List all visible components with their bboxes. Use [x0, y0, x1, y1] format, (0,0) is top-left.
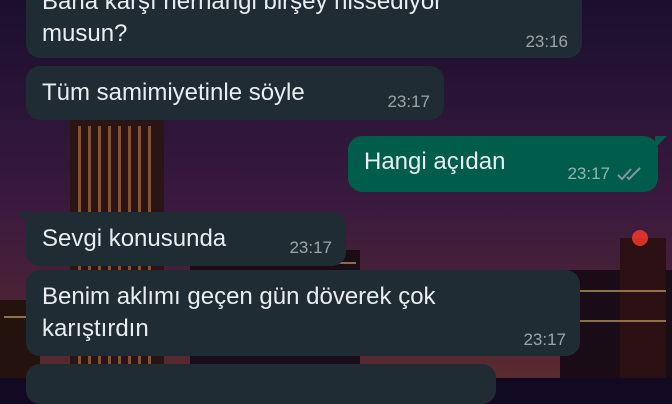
- message-time: 23:17: [289, 238, 332, 257]
- message-bubble-incoming-1[interactable]: Bana karşı herhangi birşey hissediyor mu…: [26, 0, 582, 58]
- message-bubble-outgoing-1[interactable]: Hangi açıdan 23:17: [348, 136, 667, 192]
- message-text: Tüm samimiyetinle söyle: [42, 79, 305, 106]
- double-check-read-icon: [617, 167, 641, 181]
- message-text: musun?: [42, 20, 128, 47]
- message-time: 23:17: [523, 330, 566, 349]
- message-bubble-incoming-partial[interactable]: [26, 364, 496, 404]
- message-bubble-incoming-2[interactable]: Tüm samimiyetinle söyle 23:17: [26, 66, 444, 120]
- message-bubble-incoming-3[interactable]: Sevgi konusunda 23:17: [17, 212, 346, 266]
- message-time: 23:17: [387, 92, 430, 111]
- message-text-partial: Bana karşı herhangi birşey hissediyor: [42, 0, 443, 15]
- message-text: Benim aklımı geçen gün döverek çok karış…: [42, 283, 436, 342]
- message-text: Sevgi konusunda: [42, 225, 227, 252]
- message-bubble-incoming-4[interactable]: Benim aklımı geçen gün döverek çok karış…: [26, 270, 580, 356]
- message-time: 23:16: [525, 32, 568, 51]
- message-time: 23:17: [567, 164, 610, 183]
